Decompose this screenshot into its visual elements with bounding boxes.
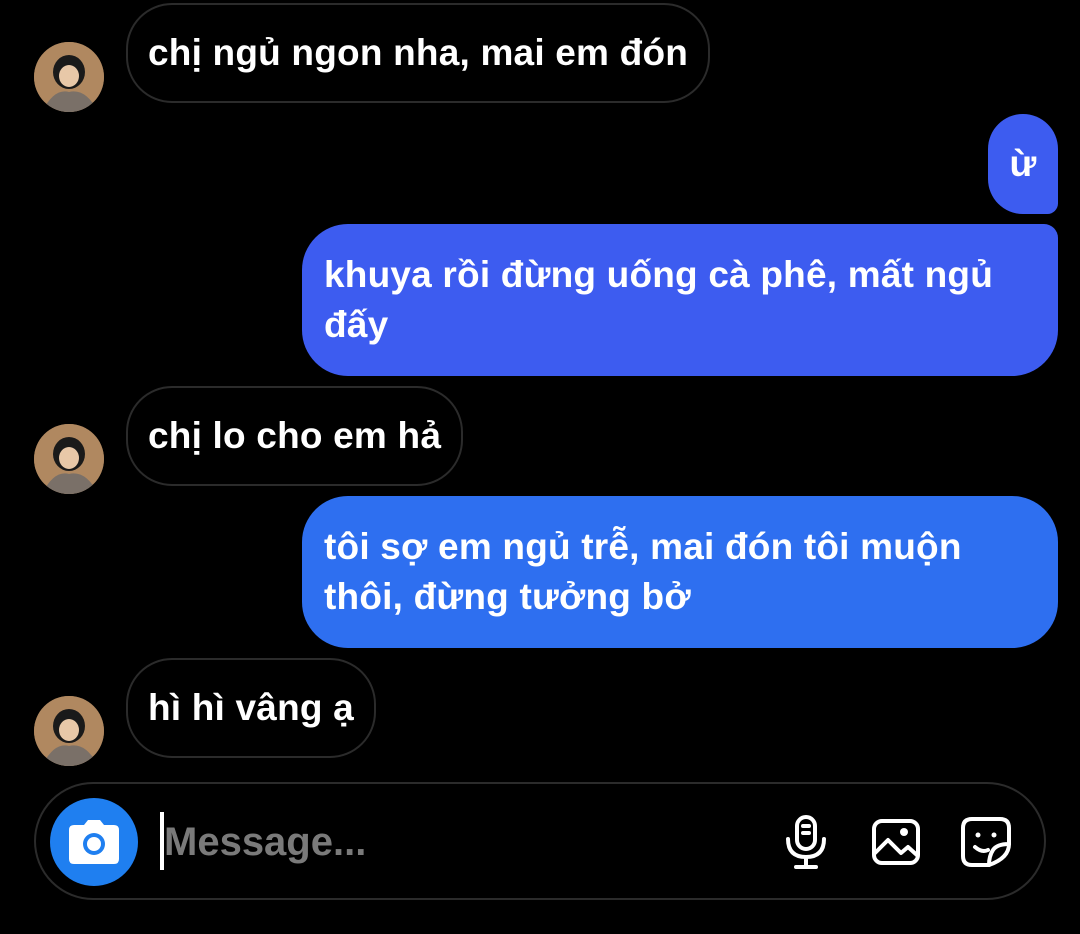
- contact-photo-icon: [34, 42, 104, 112]
- message-bubble-incoming[interactable]: chị ngủ ngon nha, mai em đón: [126, 3, 711, 103]
- message-text: chị lo cho em hả: [148, 415, 442, 456]
- message-composer: [34, 782, 1046, 900]
- message-text: hì hì vâng ạ: [148, 687, 354, 728]
- microphone-icon: [786, 815, 826, 869]
- message-text: chị ngủ ngon nha, mai em đón: [148, 32, 689, 73]
- avatar[interactable]: [34, 424, 104, 494]
- gallery-button[interactable]: [864, 810, 928, 874]
- microphone-button[interactable]: [774, 810, 838, 874]
- camera-button[interactable]: [50, 798, 138, 886]
- message-bubble-outgoing[interactable]: khuya rồi đừng uống cà phê, mất ngủ đấy: [302, 224, 1058, 376]
- message-input[interactable]: [162, 806, 726, 878]
- message-bubble-outgoing[interactable]: ừ: [988, 114, 1058, 214]
- contact-photo-icon: [34, 696, 104, 766]
- avatar[interactable]: [34, 42, 104, 112]
- gallery-icon: [872, 819, 920, 865]
- message-text: khuya rồi đừng uống cà phê, mất ngủ đấy: [324, 254, 993, 345]
- message-text: tôi sợ em ngủ trễ, mai đón tôi muộn thôi…: [324, 526, 962, 617]
- contact-photo-icon: [34, 424, 104, 494]
- message-bubble-outgoing[interactable]: tôi sợ em ngủ trễ, mai đón tôi muộn thôi…: [302, 496, 1058, 648]
- message-bubble-incoming[interactable]: hì hì vâng ạ: [126, 658, 376, 758]
- message-bubble-incoming[interactable]: chị lo cho em hả: [126, 386, 464, 486]
- sticker-button[interactable]: [954, 810, 1018, 874]
- avatar[interactable]: [34, 696, 104, 766]
- message-text: ừ: [1009, 143, 1037, 184]
- camera-icon: [69, 820, 119, 864]
- sticker-icon: [961, 817, 1011, 867]
